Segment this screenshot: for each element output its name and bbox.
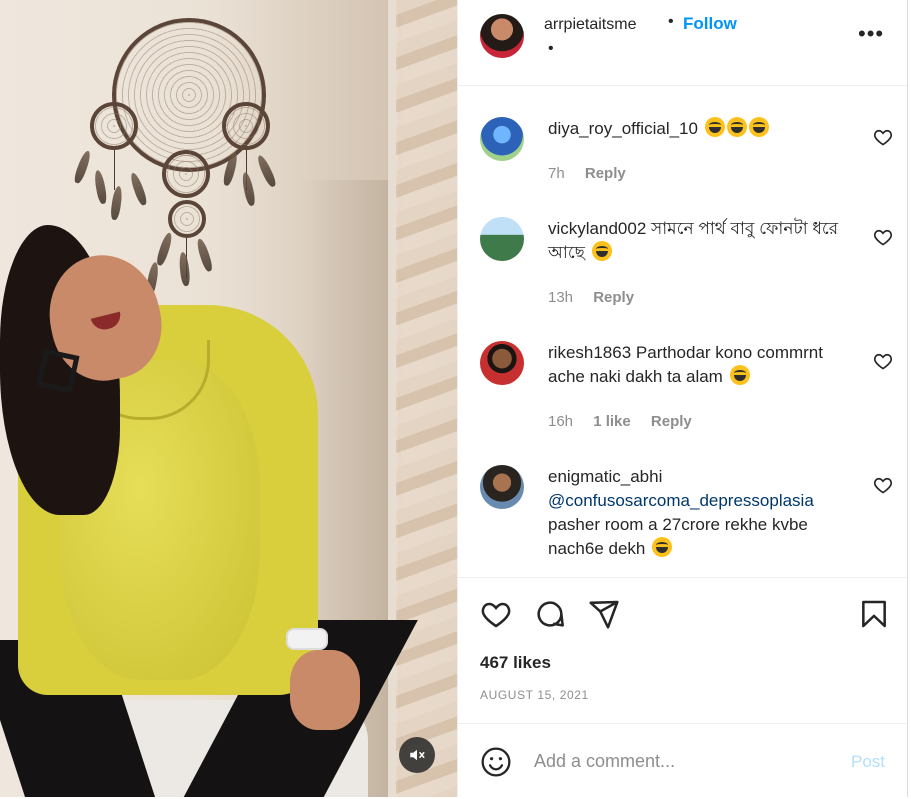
post-date: AUGUST 15, 2021 — [480, 688, 589, 702]
follow-button[interactable]: Follow — [683, 14, 737, 34]
earring — [36, 348, 80, 394]
reply-button[interactable]: Reply — [593, 289, 634, 306]
comment-meta: 7h Reply — [548, 165, 642, 182]
emoji-icon[interactable] — [480, 746, 512, 778]
comment-username[interactable]: diya_roy_official_10 — [548, 119, 698, 138]
comment-meta: 13h Reply — [548, 289, 650, 306]
save-button[interactable] — [856, 596, 892, 632]
mute-icon — [410, 749, 425, 761]
share-icon — [589, 600, 619, 629]
post-username[interactable]: arrpietaitsme — [544, 16, 636, 34]
heart-icon[interactable] — [873, 127, 893, 147]
comment-body: pasher room a 27crore rekhe kvbe nach6e … — [548, 515, 808, 558]
like-button[interactable] — [478, 596, 514, 632]
comment-text: enigmatic_abhi @confusosarcoma_depressop… — [548, 465, 858, 561]
laugh-emoji-icon — [728, 365, 750, 386]
avatar[interactable] — [480, 14, 524, 58]
comment-text: rikesh1863 Parthodar kono commrnt ache n… — [548, 341, 858, 389]
comment-mention[interactable]: @confusosarcoma_depressoplasia — [548, 489, 858, 513]
more-icon[interactable]: ••• — [858, 23, 884, 45]
heart-icon — [481, 602, 511, 628]
reply-button[interactable]: Reply — [651, 413, 692, 430]
comment-username[interactable]: vickyland002 — [548, 219, 646, 238]
likes-count[interactable]: 467 likes — [480, 653, 551, 673]
sub-separator: • — [548, 40, 554, 57]
comment-icon — [537, 601, 564, 627]
laugh-emoji-icon — [650, 537, 673, 558]
reply-button[interactable]: Reply — [585, 165, 626, 182]
comment-username[interactable]: enigmatic_abhi — [548, 465, 858, 489]
avatar[interactable] — [480, 465, 524, 509]
comment-text: vickyland002 সামনে পার্থ বাবু ফোনটা ধরে … — [548, 217, 858, 265]
heart-icon[interactable] — [873, 351, 893, 371]
avatar[interactable] — [480, 341, 524, 385]
heart-icon[interactable] — [873, 227, 893, 247]
post-button[interactable]: Post — [851, 752, 885, 772]
post-actions: 467 likes AUGUST 15, 2021 — [458, 577, 909, 727]
mute-button[interactable] — [399, 737, 435, 773]
share-button[interactable] — [586, 596, 622, 632]
comment-input[interactable] — [534, 746, 824, 776]
comment-likes[interactable]: 1 like — [593, 413, 631, 430]
comment-time: 13h — [548, 289, 574, 306]
watch — [286, 628, 328, 650]
comment-time: 7h — [548, 165, 565, 182]
bookmark-icon — [862, 600, 886, 628]
comment-time: 16h — [548, 413, 574, 430]
hand — [290, 650, 360, 730]
comment-username[interactable]: rikesh1863 — [548, 343, 631, 362]
comment-text: diya_roy_official_10 — [548, 117, 858, 141]
separator: • — [668, 13, 674, 30]
wallpaper — [396, 0, 457, 797]
comment-meta: 16h 1 like Reply — [548, 413, 708, 430]
comment-button[interactable] — [532, 596, 568, 632]
post-sidebar: arrpietaitsme • Follow • ••• diya_roy_of… — [457, 0, 909, 797]
post-header: arrpietaitsme • Follow • ••• — [458, 0, 909, 86]
avatar[interactable] — [480, 217, 524, 261]
post-video[interactable] — [0, 0, 457, 797]
heart-icon[interactable] — [873, 475, 893, 495]
comment-composer: Post — [458, 723, 909, 797]
laugh-emoji-icon — [703, 117, 769, 138]
laugh-emoji-icon — [590, 241, 612, 262]
avatar[interactable] — [480, 117, 524, 161]
comments-list[interactable]: diya_roy_official_10 7h Reply vickyland0… — [458, 87, 909, 576]
